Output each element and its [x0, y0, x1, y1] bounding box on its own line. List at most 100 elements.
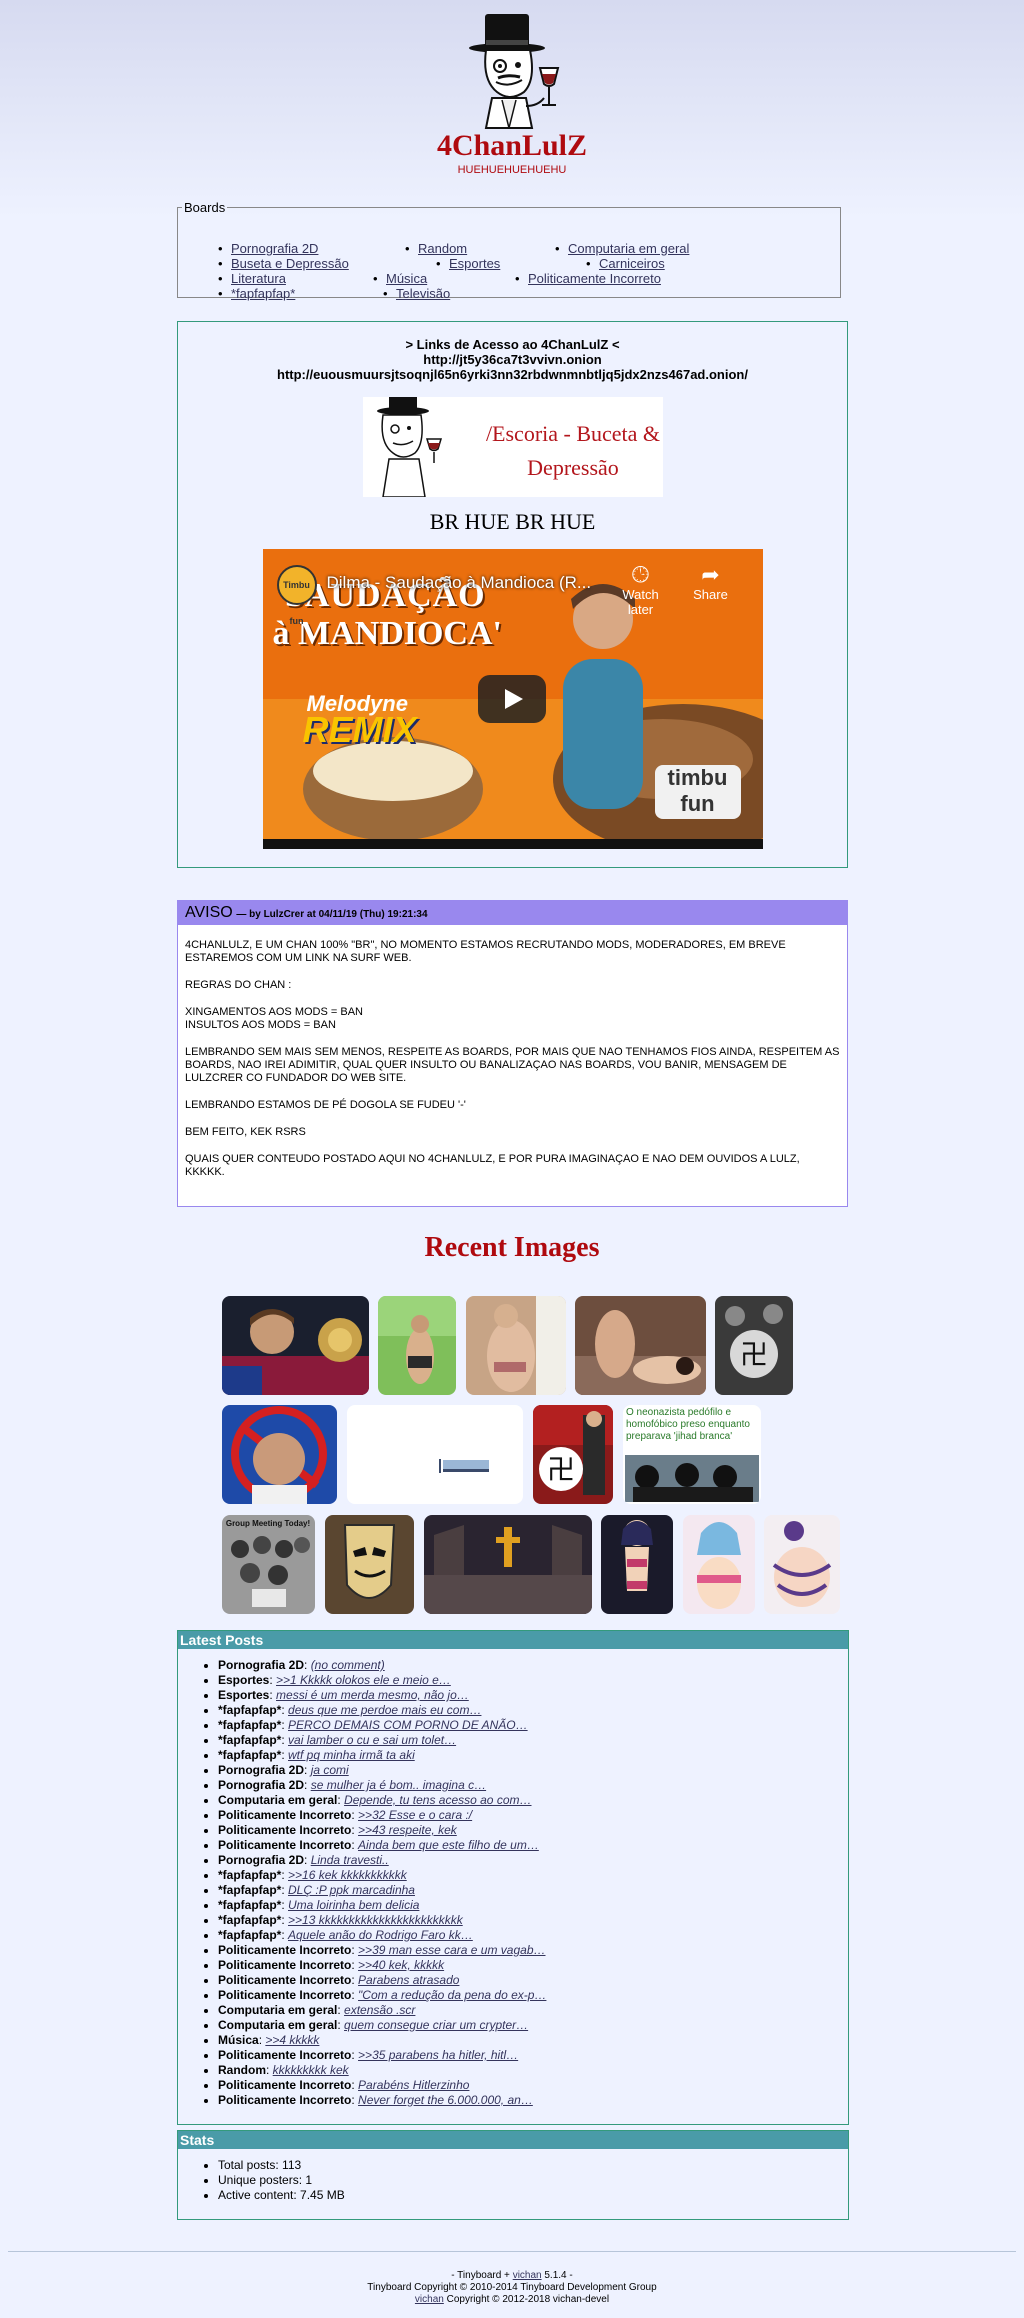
board-link-computaria[interactable]: Computaria em geral	[555, 241, 689, 256]
post-link[interactable]: >>4 kkkkk	[265, 2033, 319, 2047]
post-link[interactable]: wtf pq minha irmã ta aki	[288, 1748, 415, 1762]
escoria-banner[interactable]: /Escoria - Buceta & Depressão	[362, 397, 663, 497]
post-link[interactable]: Parabens atrasado	[358, 1973, 459, 1987]
access-links-box: > Links de Acesso ao 4ChanLulZ < http://…	[177, 321, 848, 868]
board-link-esportes[interactable]: Esportes	[436, 256, 500, 271]
access-links-heading: > Links de Acesso ao 4ChanLulZ < http://…	[178, 337, 847, 382]
post-link[interactable]: ja comi	[311, 1763, 349, 1777]
post-link[interactable]: messi é um merda mesmo, não jo…	[276, 1688, 469, 1702]
thumbnail-image[interactable]	[575, 1296, 706, 1395]
latest-posts-title: Latest Posts	[178, 1631, 848, 1649]
board-link-musica[interactable]: Música	[373, 271, 427, 286]
onion-link-short[interactable]: http://jt5y36ca7t3vvivn.onion	[178, 352, 847, 367]
video-bottom-bar	[262, 839, 763, 849]
board-link-random[interactable]: Random	[405, 241, 467, 256]
thumbnail-image[interactable]: Group Meeting Today!	[222, 1515, 315, 1614]
board-link-pornografia-2d[interactable]: Pornografia 2D	[218, 241, 319, 256]
thumbnail-image[interactable]	[601, 1515, 673, 1614]
banner-text-1: /Escoria - Buceta &	[485, 421, 659, 446]
post-board: Politicamente Incorreto	[218, 1838, 352, 1852]
post-board: Politicamente Incorreto	[218, 1958, 352, 1972]
post-link[interactable]: >>1 Kkkkk olokos ele e meio e…	[276, 1673, 451, 1687]
post-link[interactable]: >>13 kkkkkkkkkkkkkkkkkkkkkkkk	[288, 1913, 463, 1927]
footer-prefix: - Tinyboard +	[451, 2270, 510, 2281]
post-link[interactable]: "Com a redução da pena do ex-p…	[358, 1988, 546, 2002]
post-link[interactable]: Aquele anão do Rodrigo Faro kk…	[288, 1928, 473, 1942]
list-item: Pornografia 2D: ja comi	[218, 1763, 848, 1778]
list-item: Música: >>4 kkkkk	[218, 2033, 848, 2048]
post-board: *fapfapfap*	[218, 1928, 282, 1942]
post-link[interactable]: >>40 kek, kkkkk	[358, 1958, 444, 1972]
list-item: Random: kkkkkkkkk kek	[218, 2063, 848, 2078]
thumbnail-image[interactable]	[325, 1515, 414, 1614]
post-link[interactable]: Parabéns Hitlerzinho	[358, 2078, 469, 2092]
post-board: *fapfapfap*	[218, 1748, 282, 1762]
list-item: Esportes: >>1 Kkkkk olokos ele e meio e…	[218, 1673, 848, 1688]
post-link[interactable]: Uma loirinha bem delicia	[288, 1898, 419, 1912]
post-board: Politicamente Incorreto	[218, 1808, 352, 1822]
post-link[interactable]: >>39 man esse cara e um vagab…	[358, 1943, 545, 1957]
clock-icon: 🕒︎	[631, 562, 650, 587]
video-overlay-remix: REMIX	[302, 709, 417, 750]
footer-line-3: vichan Copyright © 2012-2018 vichan-deve…	[0, 2294, 1024, 2306]
board-link-literatura[interactable]: Literatura	[218, 271, 286, 286]
list-item: Pornografia 2D: Linda travesti..	[218, 1853, 848, 1868]
thumbnail-news-image[interactable]: O neonazista pedófilo e homofóbico preso…	[623, 1405, 761, 1504]
latest-posts-box: Latest Posts Pornografia 2D: (no comment…	[177, 1630, 849, 2125]
post-link[interactable]: DLÇ :P ppk marcadinha	[288, 1883, 415, 1897]
board-link-televisao[interactable]: Televisão	[383, 286, 450, 301]
onion-link-long[interactable]: http://euousmuursjtsoqnjl65n6yrki3nn32rb…	[178, 367, 847, 382]
stat-active-content: Active content: 7.45 MB	[218, 2188, 848, 2203]
channel-logo[interactable]: Timbu fun	[276, 565, 317, 626]
thumbnail-image[interactable]	[424, 1515, 592, 1614]
youtube-embed[interactable]: 'SAUDAÇÃO à MANDIOCA' Melodyne REMIX Tim…	[262, 549, 763, 849]
board-link-politicamente-incorreto[interactable]: Politicamente Incorreto	[515, 271, 661, 286]
vichan-link[interactable]: vichan	[415, 2294, 444, 2305]
thumbnail-image[interactable]	[466, 1296, 566, 1395]
post-board: Computaria em geral	[218, 1793, 338, 1807]
post-link[interactable]: deus que me perdoe mais eu com…	[288, 1703, 481, 1717]
thumbnail-image[interactable]: 卍	[533, 1405, 613, 1504]
share-button[interactable]: ➦ Share	[681, 563, 741, 603]
post-link[interactable]: Never forget the 6.000.000, an…	[358, 2093, 533, 2107]
post-link[interactable]: se mulher ja é bom.. imagina c…	[311, 1778, 486, 1792]
post-link[interactable]: >>35 parabens ha hitler, hitl…	[358, 2048, 518, 2062]
play-button[interactable]	[477, 675, 546, 723]
list-item: Computaria em geral: quem consegue criar…	[218, 2018, 848, 2033]
list-item: Computaria em geral: extensão .scr	[218, 2003, 848, 2018]
thumbnail-image[interactable]	[222, 1405, 337, 1504]
thumbnail-image[interactable]	[222, 1296, 369, 1395]
swastika-glyph: 卍	[740, 1338, 768, 1371]
thumbnail-image[interactable]: 卍	[715, 1296, 793, 1395]
access-links-title: > Links de Acesso ao 4ChanLulZ <	[405, 337, 620, 352]
post-link[interactable]: Depende, tu tens acesso ao com…	[344, 1793, 531, 1807]
post-link[interactable]: PERCO DEMAIS COM PORNO DE ANÃO…	[288, 1718, 528, 1732]
thumbnail-image[interactable]	[764, 1515, 840, 1614]
post-link[interactable]: Linda travesti..	[311, 1853, 389, 1867]
post-link[interactable]: quem consegue criar um crypter…	[344, 2018, 528, 2032]
post-link[interactable]: (no comment)	[311, 1658, 385, 1672]
list-item: Politicamente Incorreto: >>39 man esse c…	[218, 1943, 848, 1958]
list-item: Politicamente Incorreto: Ainda bem que e…	[218, 1838, 848, 1853]
post-link[interactable]: extensão .scr	[344, 2003, 415, 2017]
site-title: 4ChanLulZ	[436, 129, 588, 162]
site-header: 4ChanLulZ HUEHUEHUEHUEHU	[0, 10, 1024, 176]
video-title[interactable]: Dilma - Saudação à Mandioca (R...	[327, 573, 592, 593]
post-link[interactable]: kkkkkkkkk kek	[273, 2063, 349, 2077]
list-item: *fapfapfap*: vai lamber o cu e sai um to…	[218, 1733, 848, 1748]
thumbnail-image[interactable]	[683, 1515, 755, 1614]
watch-later-button[interactable]: 🕒︎ Watch later	[611, 562, 671, 618]
post-link[interactable]: >>16 kek kkkkkkkkkkk	[288, 1868, 407, 1882]
thumbnail-image[interactable]	[347, 1405, 523, 1504]
post-link[interactable]: vai lamber o cu e sai um tolet…	[288, 1733, 456, 1747]
post-link[interactable]: >>43 respeite, kek	[358, 1823, 457, 1837]
thumbnail-image[interactable]	[378, 1296, 456, 1395]
post-link[interactable]: Ainda bem que este filho de um…	[358, 1838, 539, 1852]
post-link[interactable]: >>32 Esse e o cara :/	[358, 1808, 472, 1822]
board-link-fapfapfap[interactable]: *fapfapfap*	[218, 286, 295, 301]
vichan-link[interactable]: vichan	[513, 2270, 542, 2281]
board-link-carniceiros[interactable]: Carniceiros	[586, 256, 665, 271]
list-item: Politicamente Incorreto: Parabens atrasa…	[218, 1973, 848, 1988]
group-meeting-caption: Group Meeting Today!	[226, 1519, 310, 1528]
board-link-buseta[interactable]: Buseta e Depressão	[218, 256, 349, 271]
